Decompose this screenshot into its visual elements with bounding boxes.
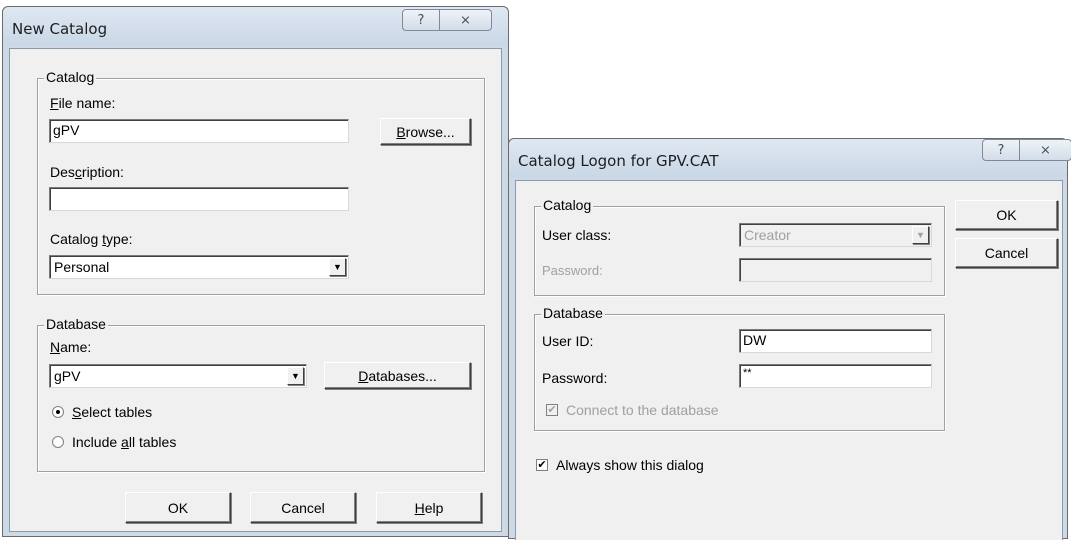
- dropdown-arrow-icon: ▼: [912, 226, 929, 244]
- close-icon: ⨯: [460, 12, 471, 28]
- database-group-label: Database: [541, 305, 605, 321]
- radio-selected-icon: [52, 406, 64, 418]
- cancel-button[interactable]: Cancel: [955, 238, 1058, 268]
- catalog-group: Catalog: [534, 197, 945, 296]
- description-input[interactable]: [49, 187, 349, 211]
- catalog-password-input: [739, 258, 932, 282]
- dialog-body: Catalog File name: gPV Browse... Descrip…: [9, 48, 502, 532]
- database-password-input[interactable]: **: [739, 364, 932, 388]
- always-show-dialog-checkbox[interactable]: ✔ Always show this dialog: [536, 457, 704, 473]
- ok-button[interactable]: OK: [955, 200, 1058, 230]
- cancel-button[interactable]: Cancel: [250, 492, 356, 523]
- radio-unselected-icon: [52, 436, 64, 448]
- file-name-label: File name:: [50, 95, 116, 111]
- title-bar[interactable]: Catalog Logon for GPV.CAT ? ⨯: [509, 139, 1071, 177]
- new-catalog-dialog: New Catalog ? ⨯ Catalog File name: gPV B…: [2, 6, 509, 537]
- connect-to-database-checkbox: ✔ Connect to the database: [546, 402, 719, 418]
- user-id-input[interactable]: DW: [739, 329, 932, 353]
- close-button[interactable]: ⨯: [1020, 139, 1071, 161]
- catalog-password-label: Password:: [542, 263, 603, 278]
- help-caption-button[interactable]: ?: [402, 9, 440, 31]
- database-name-select[interactable]: gPV ▼: [49, 364, 307, 388]
- user-class-select: Creator ▼: [739, 223, 932, 247]
- close-button[interactable]: ⨯: [440, 9, 492, 31]
- file-name-input[interactable]: gPV: [49, 119, 349, 143]
- select-tables-label: Select tables: [72, 404, 153, 420]
- connect-to-database-label: Connect to the database: [566, 402, 719, 418]
- select-tables-radio[interactable]: Select tables: [52, 404, 152, 420]
- databases-button[interactable]: Databases...: [324, 362, 471, 389]
- close-icon: ⨯: [1040, 142, 1051, 158]
- dialog-title: Catalog Logon for GPV.CAT: [518, 152, 719, 170]
- question-icon: ?: [417, 12, 425, 28]
- catalog-type-select[interactable]: Personal ▼: [49, 255, 349, 279]
- dropdown-arrow-icon[interactable]: ▼: [329, 258, 346, 276]
- description-label: Description:: [50, 164, 124, 180]
- catalog-group-label: Catalog: [541, 197, 594, 213]
- catalog-type-value: Personal: [54, 259, 110, 275]
- ok-button[interactable]: OK: [125, 492, 231, 523]
- checkmark-icon: ✔: [536, 458, 548, 471]
- title-bar[interactable]: New Catalog ? ⨯: [3, 7, 508, 45]
- dropdown-arrow-icon[interactable]: ▼: [287, 367, 304, 385]
- help-button[interactable]: Help: [376, 492, 482, 523]
- database-name-label: Name:: [50, 339, 92, 355]
- include-all-tables-radio[interactable]: Include all tables: [52, 434, 176, 450]
- user-id-label: User ID:: [542, 333, 594, 349]
- dialog-title: New Catalog: [12, 20, 108, 38]
- user-class-label: User class:: [542, 227, 612, 243]
- catalog-logon-dialog: Catalog Logon for GPV.CAT ? ⨯ Catalog Us…: [508, 138, 1071, 540]
- browse-button[interactable]: Browse...: [380, 118, 471, 145]
- user-class-value: Creator: [744, 227, 791, 243]
- database-password-label: Password:: [542, 370, 608, 386]
- catalog-type-label: Catalog type:: [50, 231, 133, 247]
- always-show-dialog-label: Always show this dialog: [556, 457, 704, 473]
- question-icon: ?: [997, 142, 1005, 158]
- help-caption-button[interactable]: ?: [982, 139, 1020, 161]
- database-group-label: Database: [44, 316, 108, 332]
- catalog-group-label: Catalog: [44, 69, 97, 85]
- include-all-tables-label: Include all tables: [72, 434, 177, 450]
- dialog-body: Catalog User class: Creator ▼ Password: …: [515, 180, 1063, 540]
- checkmark-icon: ✔: [546, 403, 558, 416]
- database-name-value: gPV: [54, 368, 81, 384]
